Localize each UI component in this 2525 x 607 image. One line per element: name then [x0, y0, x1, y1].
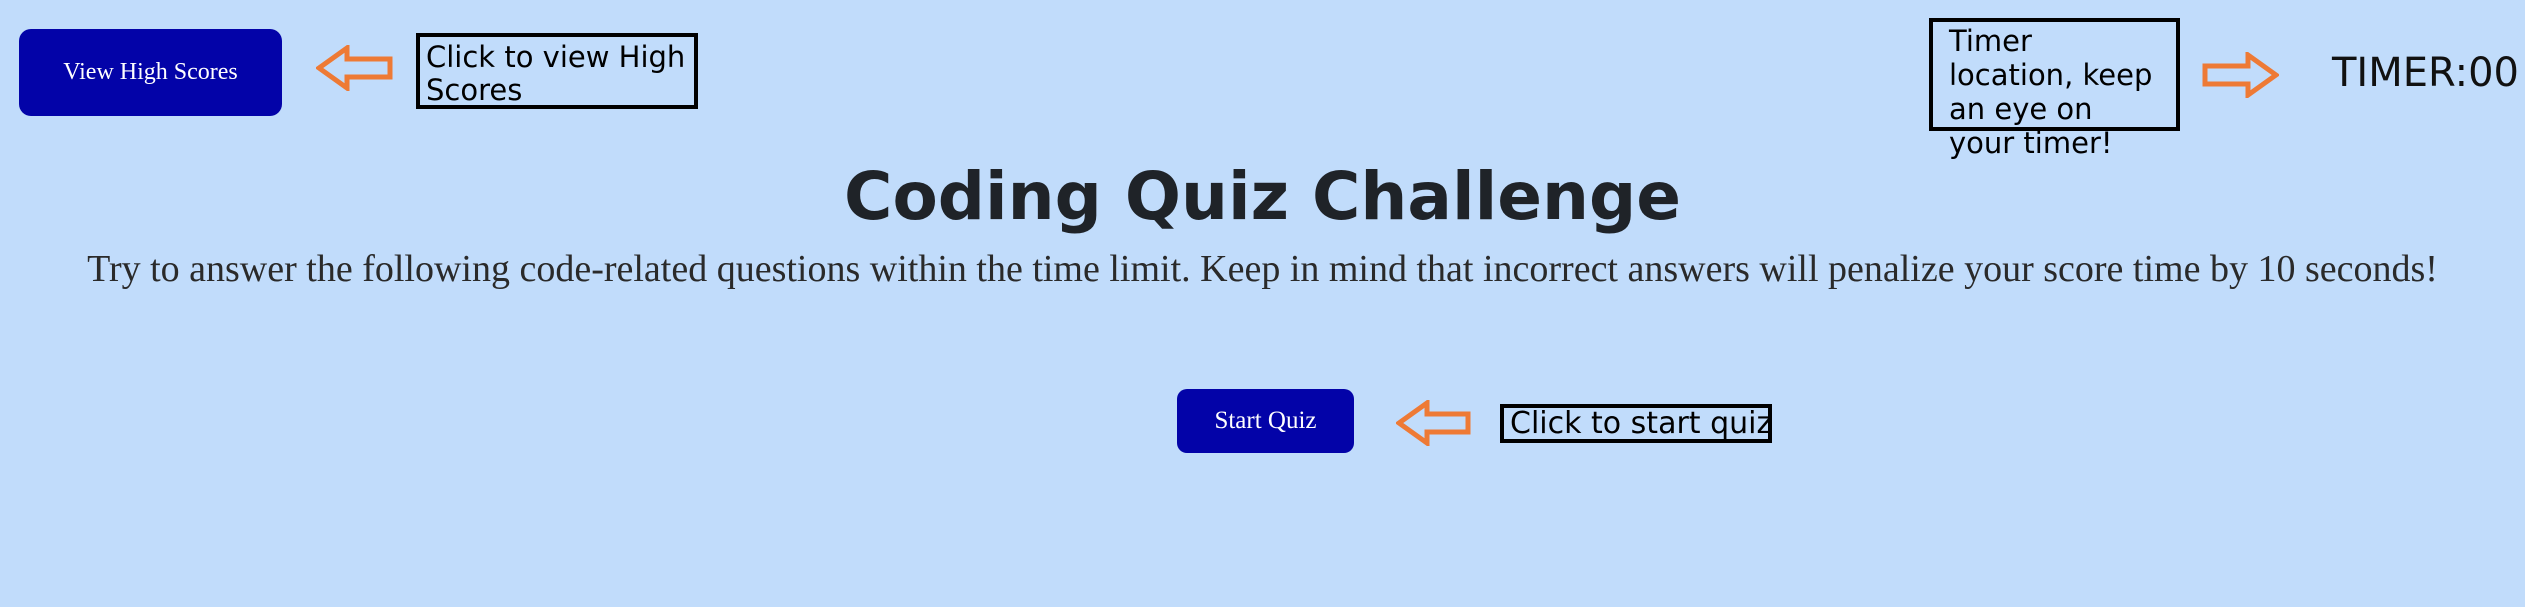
arrow-right-icon — [2202, 52, 2279, 98]
arrow-left-icon — [1396, 400, 1471, 446]
start-quiz-button[interactable]: Start Quiz — [1177, 389, 1354, 453]
high-scores-hint: Click to view High Scores — [416, 33, 698, 109]
timer-hint: Timer location, keep an eye on your time… — [1929, 18, 2180, 160]
timer-display: TIMER:00 — [2332, 50, 2519, 96]
page-title: Coding Quiz Challenge — [844, 158, 1681, 235]
timer-label: TIMER: — [2332, 50, 2469, 96]
view-high-scores-button[interactable]: View High Scores — [19, 29, 282, 116]
timer-value: 00 — [2468, 50, 2519, 96]
start-quiz-hint: Click to start quiz — [1500, 404, 1772, 443]
arrow-left-icon — [316, 45, 393, 91]
quiz-description: Try to answer the following code-related… — [87, 248, 2438, 290]
